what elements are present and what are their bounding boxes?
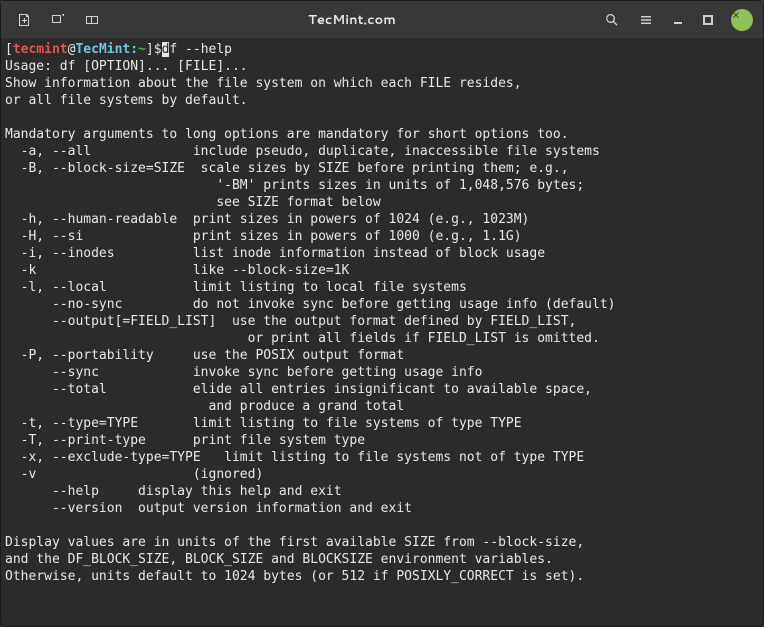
output-line: --version output version information and…: [5, 501, 412, 516]
output-line: -a, --all include pseudo, duplicate, ina…: [5, 144, 600, 159]
output-line: -k like --block-size=1K: [5, 263, 349, 278]
output-line: --help display this help and exit: [5, 484, 342, 499]
output-line: -x, --exclude-type=TYPE limit listing to…: [5, 450, 584, 465]
output-line: -T, --print-type print file system type: [5, 433, 365, 448]
output-line: -v (ignored): [5, 467, 263, 482]
minimize-button[interactable]: [665, 7, 691, 33]
output-line: Otherwise, units default to 1024 bytes (…: [5, 569, 584, 584]
output-line: --no-sync do not invoke sync before gett…: [5, 297, 615, 312]
search-button[interactable]: [597, 5, 627, 35]
output-line: --output[=FIELD_LIST] use the output for…: [5, 314, 576, 329]
window-title: TecMint.com: [107, 11, 597, 29]
output-line: see SIZE format below: [5, 195, 381, 210]
output-line: -P, --portability use the POSIX output f…: [5, 348, 404, 363]
output-line: --sync invoke sync before getting usage …: [5, 365, 482, 380]
prompt-path: ~: [138, 42, 146, 57]
command-text: f --help: [169, 42, 232, 57]
output-line: or all file systems by default.: [5, 93, 248, 108]
output-line: and the DF_BLOCK_SIZE, BLOCK_SIZE and BL…: [5, 552, 553, 567]
output-line: -l, --local limit listing to local file …: [5, 280, 467, 295]
new-window-button[interactable]: [43, 5, 73, 35]
maximize-button[interactable]: [695, 7, 721, 33]
output-line: --total elide all entries insignificant …: [5, 382, 592, 397]
output-line: Display values are in units of the first…: [5, 535, 584, 550]
output-line: Show information about the file system o…: [5, 76, 522, 91]
output-line: or print all fields if FIELD_LIST is omi…: [5, 331, 600, 346]
new-tab-button[interactable]: [9, 5, 39, 35]
titlebar-right-group: [597, 5, 755, 35]
prompt-bracket-close: ]: [146, 42, 154, 57]
prompt-host: TecMint:: [75, 42, 138, 57]
toggle-view-button[interactable]: [77, 5, 107, 35]
output-line: -B, --block-size=SIZE scale sizes by SIZ…: [5, 161, 569, 176]
terminal-content[interactable]: [tecmint@TecMint:~]$df --help Usage: df …: [1, 39, 763, 587]
output-line: -t, --type=TYPE limit listing to file sy…: [5, 416, 522, 431]
output-line: -H, --si print sizes in powers of 1000 (…: [5, 229, 522, 244]
output-line: '-BM' prints sizes in units of 1,048,576…: [5, 178, 584, 193]
output-line: -i, --inodes list inode information inst…: [5, 246, 545, 261]
titlebar-left-group: [9, 5, 107, 35]
output-line: Mandatory arguments to long options are …: [5, 127, 569, 142]
prompt-dollar: $: [154, 42, 162, 57]
output-line: Usage: df [OPTION]... [FILE]...: [5, 59, 248, 74]
prompt-bracket-open: [: [5, 42, 13, 57]
window-titlebar: TecMint.com: [1, 1, 763, 39]
menu-button[interactable]: [631, 5, 661, 35]
prompt-user: tecmint: [13, 42, 68, 57]
output-line: -h, --human-readable print sizes in powe…: [5, 212, 529, 227]
output-line: and produce a grand total: [5, 399, 404, 414]
close-button[interactable]: [731, 9, 753, 31]
